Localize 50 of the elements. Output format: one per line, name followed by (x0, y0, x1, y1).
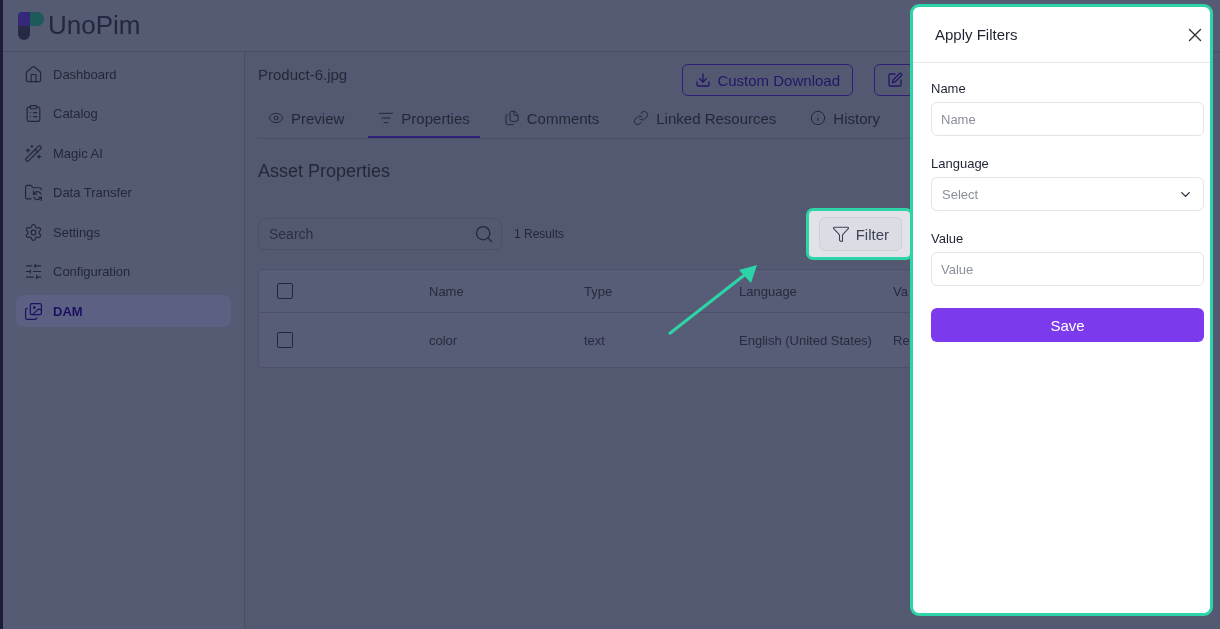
field-label: Name (931, 81, 967, 96)
column-header: Name (429, 283, 465, 299)
sidebar-item[interactable]: Data Transfer (16, 176, 231, 209)
filter-button[interactable]: Filter (818, 217, 902, 251)
field-label: Value (931, 231, 965, 246)
tab[interactable]: History (800, 100, 890, 138)
clipboard-icon (24, 104, 43, 123)
section-title: Asset Properties (258, 161, 391, 183)
table-cell-text: English (United States) (739, 332, 873, 348)
column-header: Va (893, 283, 909, 299)
sliders-icon (24, 262, 43, 281)
asset-title: Product-6.jpg (258, 66, 348, 83)
checkbox[interactable] (277, 332, 293, 348)
logo-icon (16, 11, 44, 40)
tab[interactable]: Comments (493, 100, 610, 138)
download-button[interactable]: Custom Download (682, 64, 853, 96)
list-icon (378, 110, 395, 126)
sidebar-item[interactable]: Configuration (16, 255, 231, 288)
home-icon (24, 64, 43, 84)
sidebar-item[interactable]: Magic AI (16, 137, 231, 169)
tab[interactable]: Preview (258, 100, 355, 138)
download-icon (695, 72, 712, 88)
save-button[interactable]: Save (931, 308, 1204, 342)
table-cell-text: color (429, 332, 459, 348)
settings-icon (24, 222, 43, 242)
table-cell-text: Re (893, 332, 911, 348)
checkbox[interactable] (277, 283, 293, 299)
sidebar-item[interactable]: Catalog (16, 97, 231, 130)
funnel-icon (831, 225, 850, 243)
input-field[interactable]: Value (931, 252, 1204, 286)
link-icon (633, 110, 650, 126)
table-cell-text: text (584, 332, 606, 348)
files-icon (503, 110, 520, 126)
sidebar-item[interactable]: Dashboard (16, 58, 231, 90)
column-header: Type (584, 283, 614, 299)
images-icon (24, 301, 43, 321)
eye-icon (268, 110, 284, 126)
search-icon (474, 224, 494, 244)
column-header: Language (739, 283, 798, 299)
sidebar-item[interactable]: DAM (16, 295, 231, 327)
field-label: Language (931, 156, 990, 171)
info-icon (810, 110, 827, 126)
wand-icon (24, 143, 43, 163)
input-field[interactable]: Name (931, 102, 1204, 136)
tab[interactable]: Properties (368, 100, 480, 138)
language-select[interactable]: Select (931, 177, 1204, 211)
dialog-title: Apply Filters (935, 26, 1018, 43)
sidebar-item[interactable]: Settings (16, 216, 231, 248)
edit-icon (887, 72, 903, 88)
folder-icon (24, 183, 43, 202)
